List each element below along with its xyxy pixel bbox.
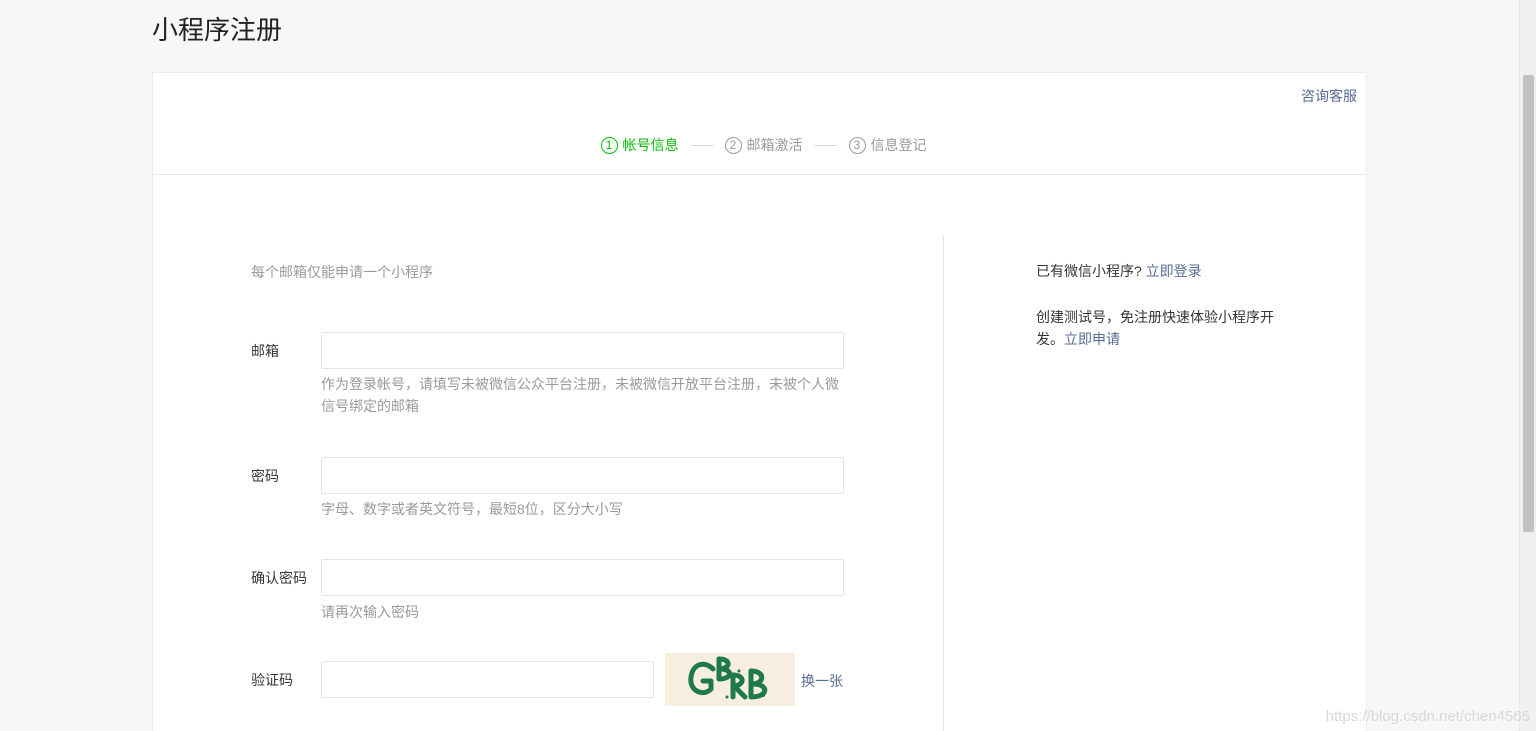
step-number: 3 bbox=[848, 136, 866, 154]
step-separator bbox=[690, 144, 713, 146]
confirm-password-hint: 请再次输入密码 bbox=[321, 604, 419, 620]
refresh-captcha-link[interactable]: 换一张 bbox=[801, 671, 843, 691]
step-label: 帐号信息 bbox=[622, 137, 679, 153]
confirm-password-label: 确认密码 bbox=[251, 570, 307, 586]
page-title: 小程序注册 bbox=[152, 16, 283, 46]
step-info-registration: 3 信息登记 bbox=[848, 135, 927, 155]
login-prompt-text: 已有微信小程序? bbox=[1036, 263, 1142, 279]
header-divider bbox=[153, 174, 1366, 175]
form-tip: 每个邮箱仅能申请一个小程序 bbox=[251, 264, 433, 280]
step-number: 1 bbox=[600, 136, 618, 154]
step-label: 信息登记 bbox=[870, 137, 927, 153]
step-email-activation: 2 邮箱激活 bbox=[724, 135, 803, 155]
login-prompt: 已有微信小程序? 立即登录 bbox=[1036, 260, 1281, 282]
column-divider bbox=[943, 235, 944, 731]
email-hint: 作为登录帐号，请填写未被微信公众平台注册，未被微信开放平台注册，未被个人微信号绑… bbox=[321, 376, 839, 414]
captcha-input[interactable] bbox=[321, 661, 654, 698]
password-input[interactable] bbox=[321, 457, 844, 494]
confirm-password-input[interactable] bbox=[321, 559, 844, 596]
watermark: https://blog.csdn.net/chen4565 bbox=[1325, 708, 1530, 725]
email-input[interactable] bbox=[321, 332, 844, 369]
step-indicator: 1 帐号信息 2 邮箱激活 3 信息登记 bbox=[153, 135, 1366, 155]
password-label: 密码 bbox=[251, 468, 279, 484]
captcha-label: 验证码 bbox=[251, 672, 293, 688]
vertical-scrollbar[interactable] bbox=[1519, 0, 1536, 731]
login-link[interactable]: 立即登录 bbox=[1146, 263, 1202, 279]
password-hint: 字母、数字或者英文符号，最短8位，区分大小写 bbox=[321, 501, 623, 517]
scroll-thumb[interactable] bbox=[1523, 75, 1534, 532]
step-account-info: 1 帐号信息 bbox=[600, 135, 679, 155]
step-number: 2 bbox=[724, 136, 742, 154]
customer-service-link[interactable]: 咨询客服 bbox=[1301, 86, 1357, 106]
captcha-image[interactable] bbox=[665, 653, 795, 706]
step-separator bbox=[814, 144, 837, 146]
register-card: 咨询客服 1 帐号信息 2 邮箱激活 3 信息登记 每个邮箱仅能申请一个小程序 … bbox=[152, 72, 1367, 731]
step-label: 邮箱激活 bbox=[746, 137, 803, 153]
test-account-prompt: 创建测试号，免注册快速体验小程序开发。立即申请 bbox=[1036, 306, 1281, 350]
email-label: 邮箱 bbox=[251, 343, 279, 359]
captcha-glyphs bbox=[688, 656, 768, 700]
apply-test-link[interactable]: 立即申请 bbox=[1064, 331, 1120, 347]
